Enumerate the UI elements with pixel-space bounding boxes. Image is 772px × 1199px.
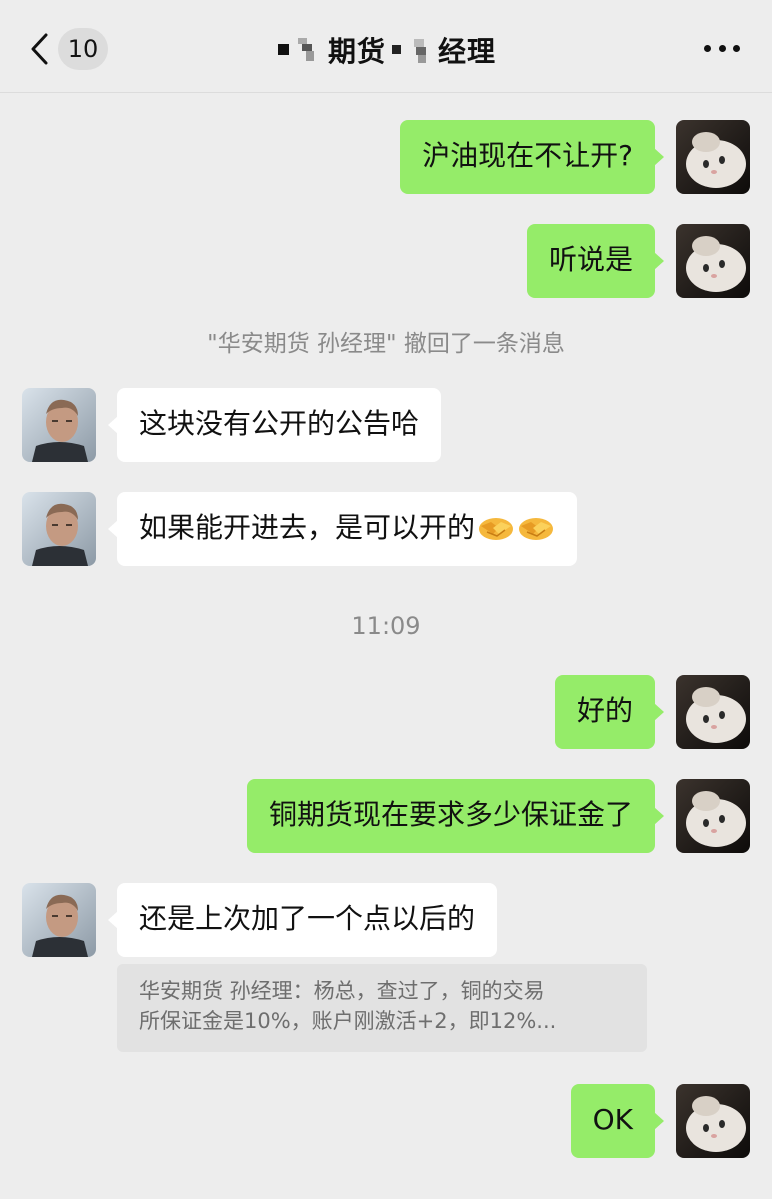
contact-avatar[interactable] (22, 883, 96, 957)
contact-avatar[interactable] (22, 388, 96, 462)
chat-header: 10 期货 经理 (0, 0, 772, 93)
my-message-bubble[interactable]: 听说是 (526, 224, 665, 298)
contact-message-bubble[interactable]: 这块没有公开的公告哈 (107, 388, 442, 462)
my-avatar[interactable] (676, 120, 750, 194)
handshake-icon (517, 514, 555, 544)
contact-avatar[interactable] (22, 492, 96, 566)
recall-notice: "华安期货 孙经理" 撤回了一条消息 (207, 331, 565, 357)
my-avatar[interactable] (676, 675, 750, 749)
message-row: OK (0, 1084, 772, 1158)
my-message-bubble[interactable]: OK (570, 1084, 665, 1158)
message-row: 这块没有公开的公告哈 (0, 388, 772, 462)
more-dots-icon (704, 44, 711, 52)
message-row: 听说是 (0, 224, 772, 298)
my-message-bubble[interactable]: 沪油现在不让开? (400, 120, 664, 194)
message-row: 如果能开进去，是可以开的 (0, 492, 772, 566)
my-message-bubble[interactable]: 好的 (554, 675, 665, 749)
redacted-mark (276, 35, 328, 72)
message-row: 好的 (0, 675, 772, 749)
chat-title-part1: 期货 (327, 35, 386, 68)
my-message-bubble[interactable]: 铜期货现在要求多少保证金了 (246, 779, 665, 853)
contact-message-bubble[interactable]: 如果能开进去，是可以开的 (107, 492, 578, 566)
handshake-icon (477, 514, 515, 544)
quoted-line: 所保证金是10%，账户刚激活+2，即12%... (139, 1009, 557, 1033)
message-text: 如果能开进去，是可以开的 (139, 511, 476, 544)
contact-message-bubble[interactable]: 还是上次加了一个点以后的 (107, 883, 498, 957)
my-avatar[interactable] (676, 1084, 750, 1158)
timestamp: 11:09 (351, 612, 421, 640)
quoted-line: 华安期货 孙经理：杨总，查过了，铜的交易 (139, 979, 545, 1003)
chat-title-part2: 经理 (438, 35, 497, 68)
more-options-button[interactable] (704, 36, 740, 60)
chat-title: 期货 经理 (0, 30, 772, 72)
quoted-message[interactable]: 华安期货 孙经理：杨总，查过了，铜的交易 所保证金是10%，账户刚激活+2，即1… (117, 964, 647, 1052)
message-row: 沪油现在不让开? (0, 120, 772, 194)
my-avatar[interactable] (676, 224, 750, 298)
my-avatar[interactable] (676, 779, 750, 853)
message-row: 铜期货现在要求多少保证金了 (0, 779, 772, 853)
redacted-mark (386, 35, 438, 72)
message-row: 还是上次加了一个点以后的 (0, 883, 772, 957)
